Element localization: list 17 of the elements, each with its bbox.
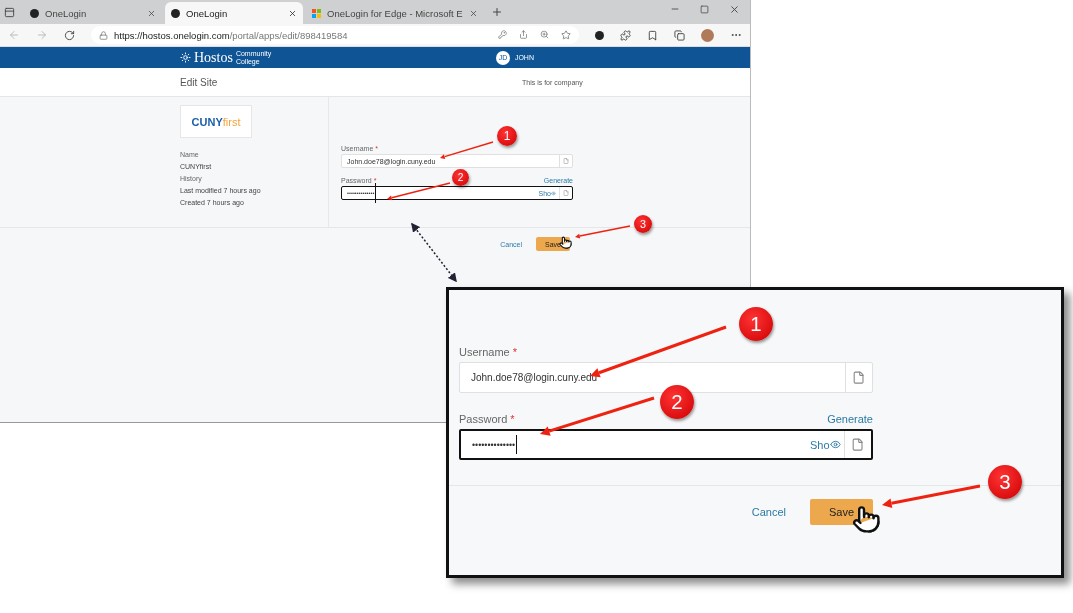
browser-tab[interactable]: OneLogin (24, 2, 162, 24)
username-value: John.doe78@login.cuny.edu (470, 371, 598, 386)
hostos-logo: Hostos (194, 49, 233, 66)
password-field[interactable]: •••••••••••••• Sho (459, 429, 873, 461)
cancel-link[interactable]: Cancel (751, 506, 786, 518)
url-text: https://hostos.onelogin.com/portal/apps/edit/898419584 (114, 29, 348, 41)
page-title: Edit Site (180, 76, 219, 88)
browser-tab[interactable]: OneLogin (165, 2, 303, 24)
browser-tab[interactable]: OneLogin for Edge - Microsoft E (306, 2, 484, 24)
password-label: Password * (459, 413, 515, 425)
app-logo: CUNYfirst (180, 105, 252, 138)
username-label: Username * (459, 346, 518, 358)
show-toggle[interactable]: Sho (810, 431, 844, 459)
username-field[interactable]: John.doe78@login.cuny.edu (459, 362, 873, 394)
password-value: •••••••••••••• (471, 438, 516, 452)
generate-link[interactable]: Generate (827, 413, 873, 425)
address-bar[interactable]: https://hostos.onelogin.com/portal/apps/edit/898419584 (91, 26, 580, 44)
